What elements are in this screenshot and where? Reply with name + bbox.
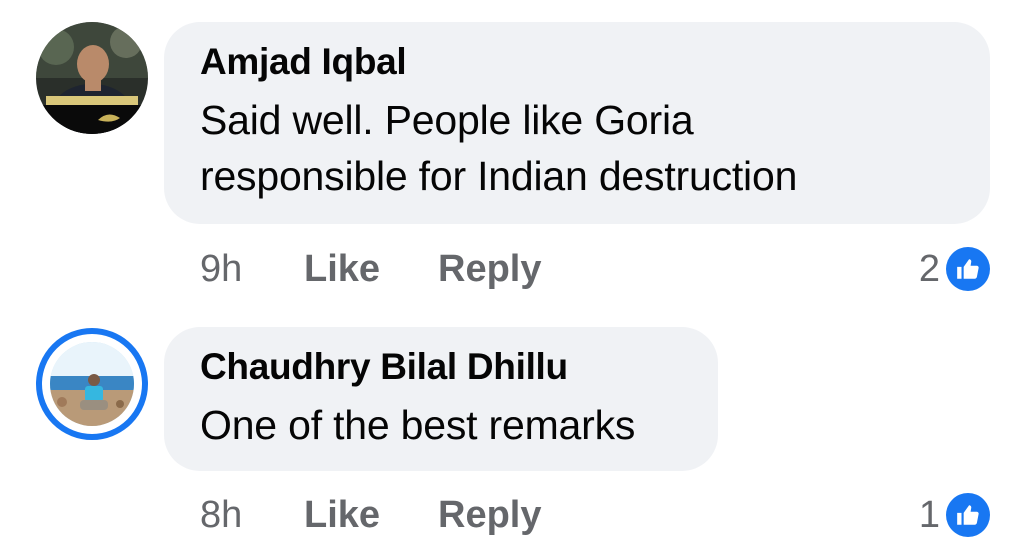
reaction-summary[interactable]: 1 bbox=[919, 490, 990, 539]
comment-text-line: Said well. People like Goria bbox=[200, 97, 694, 143]
thumbs-up-icon bbox=[946, 247, 990, 291]
comment-text-line: One of the best remarks bbox=[200, 402, 636, 448]
comments-thread: Amjad Iqbal Said well. People like Goria… bbox=[0, 0, 1024, 539]
comment-actions: 9h Like Reply bbox=[200, 244, 541, 294]
comment-text-line: responsible for Indian destruction bbox=[200, 153, 798, 199]
comment-bubble: Chaudhry Bilal Dhillu One of the best re… bbox=[164, 327, 718, 471]
avatar-image bbox=[50, 342, 134, 426]
comment-timestamp[interactable]: 9h bbox=[200, 248, 304, 291]
comment-bubble: Amjad Iqbal Said well. People like Goria… bbox=[164, 22, 990, 224]
avatar[interactable] bbox=[36, 328, 148, 440]
avatar[interactable] bbox=[36, 22, 148, 134]
comment-author[interactable]: Amjad Iqbal bbox=[200, 40, 954, 84]
avatar-image bbox=[36, 22, 148, 134]
reaction-count: 1 bbox=[918, 493, 940, 536]
like-button[interactable]: Like bbox=[304, 248, 438, 291]
like-button[interactable]: Like bbox=[304, 494, 438, 537]
reply-button[interactable]: Reply bbox=[438, 248, 541, 291]
comment-author[interactable]: Chaudhry Bilal Dhillu bbox=[200, 345, 682, 389]
comment-timestamp[interactable]: 8h bbox=[200, 494, 304, 537]
reply-button[interactable]: Reply bbox=[438, 494, 541, 537]
reaction-count: 2 bbox=[918, 247, 940, 290]
reaction-summary[interactable]: 2 bbox=[919, 244, 990, 294]
thumbs-up-icon bbox=[946, 493, 990, 537]
comment-actions: 8h Like Reply bbox=[200, 490, 541, 539]
